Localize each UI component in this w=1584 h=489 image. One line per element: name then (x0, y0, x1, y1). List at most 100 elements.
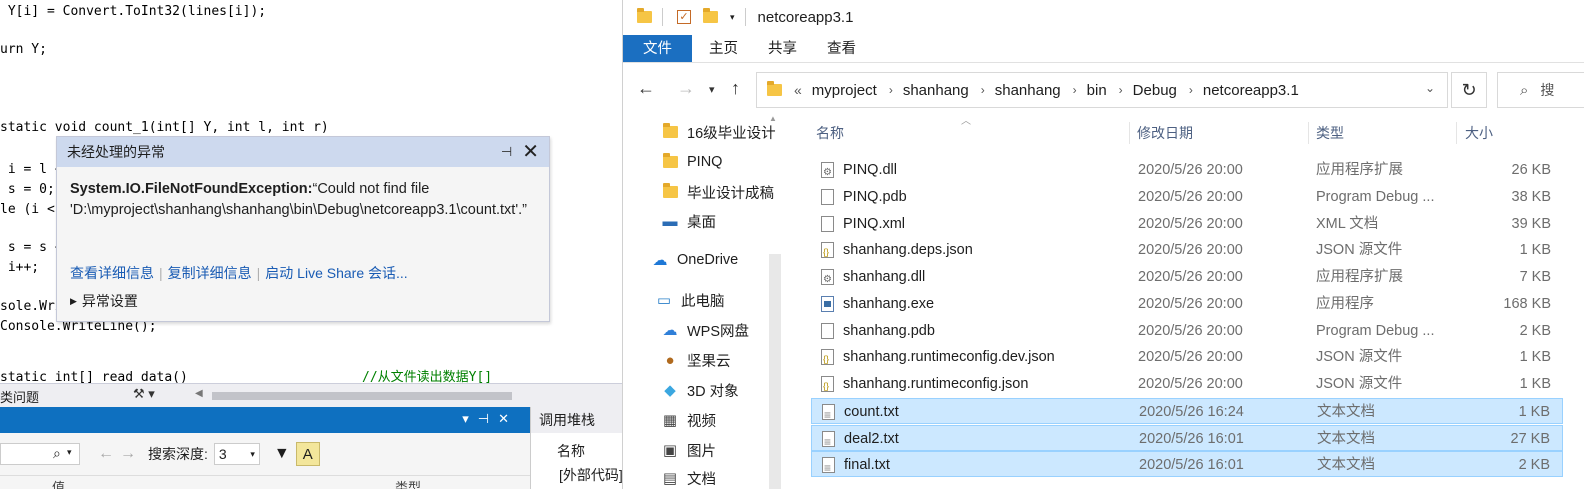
file-size: 26 KB (1511, 162, 1552, 178)
column-header-value[interactable]: 值 (52, 477, 65, 489)
copy-details-link[interactable]: 复制详细信息 (168, 265, 252, 281)
refresh-button[interactable]: ↻ (1451, 72, 1487, 108)
chevron-right-icon[interactable]: › (1073, 83, 1077, 97)
file-type: 文本文档 (1317, 430, 1375, 447)
file-date: 2020/5/26 16:01 (1139, 457, 1244, 474)
column-header-size[interactable]: 大小 (1465, 123, 1493, 143)
file-row[interactable]: PINQ.dll 2020/5/26 20:00 应用程序扩展 26 KB (811, 157, 1563, 186)
nut-cloud-icon: ● (665, 351, 675, 369)
file-row[interactable]: shanhang.dll 2020/5/26 20:00 应用程序扩展 7 KB (811, 264, 1563, 293)
chevron-down-icon[interactable]: ⌄ (1425, 81, 1435, 95)
breadcrumb-item[interactable]: shanhang (995, 82, 1061, 99)
scroll-left-icon[interactable]: ◀ (195, 388, 203, 399)
up-button[interactable]: ↑ (731, 78, 740, 99)
search-placeholder: 搜 (1540, 82, 1555, 98)
live-share-link[interactable]: 启动 Live Share 会话... (265, 265, 407, 281)
file-row[interactable]: final.txt 2020/5/26 16:01 文本文档 2 KB (811, 451, 1563, 481)
tab-view[interactable]: 查看 (812, 35, 871, 62)
horizontal-scrollbar[interactable] (212, 392, 512, 400)
tab-file[interactable]: 文件 (623, 35, 692, 62)
file-size: 168 KB (1503, 295, 1551, 312)
pin-icon[interactable]: ⊣ (501, 144, 512, 160)
callstack-row[interactable]: [外部代码] (559, 465, 623, 485)
file-row[interactable]: shanhang.runtimeconfig.dev.json 2020/5/26… (811, 344, 1563, 372)
file-row[interactable]: PINQ.pdb 2020/5/26 20:00 Program Debug ...… (811, 184, 1563, 210)
file-date: 2020/5/26 20:00 (1138, 162, 1243, 178)
forward-button[interactable]: → (677, 78, 695, 99)
column-header-type[interactable]: 类型 (1316, 123, 1344, 143)
case-sensitive-icon[interactable]: A (295, 442, 320, 466)
file-row[interactable]: shanhang.deps.json 2020/5/26 20:00 JSON 源文… (811, 237, 1563, 265)
file-type: Program Debug ... (1316, 322, 1435, 339)
nav-item-desktop[interactable]: ▬ 桌面 (661, 209, 717, 233)
code-editor[interactable]: Y[i] = Convert.ToInt32(lines[i]); urn Y;… (0, 0, 622, 383)
nav-item-3d-objects[interactable]: ◆ 3D 对象 (661, 378, 738, 402)
column-header-type[interactable]: 类型 (395, 477, 421, 489)
divider[interactable] (1308, 122, 1309, 144)
file-row[interactable]: PINQ.xml 2020/5/26 20:00 XML 文档 39 KB (811, 211, 1563, 237)
tab-home[interactable]: 主页 (692, 35, 753, 62)
recent-locations-button[interactable]: ▾ (709, 83, 715, 96)
close-icon[interactable]: ✕ (522, 142, 539, 162)
chevron-down-icon[interactable]: ▾ (67, 447, 72, 458)
nav-item-16级毕业设计[interactable]: 16级毕业设计 (661, 120, 776, 144)
file-name: shanhang.exe (843, 295, 935, 312)
exception-settings-expander[interactable]: ▶ 异常设置 (70, 291, 138, 311)
nav-item-this-pc[interactable]: ▭ 此电脑 (655, 288, 725, 312)
filter-icon[interactable]: ▼ (274, 445, 290, 463)
chevron-right-icon[interactable]: › (889, 83, 893, 97)
breadcrumb-item[interactable]: myproject (812, 82, 877, 99)
file-row[interactable]: count.txt 2020/5/26 16:24 文本文档 1 KB (811, 397, 1563, 428)
breadcrumb-item[interactable]: Debug (1133, 82, 1177, 99)
search-icon[interactable]: ⌕ (53, 445, 61, 462)
breadcrumb-overflow[interactable]: « (794, 82, 802, 98)
chevron-right-icon[interactable]: › (1189, 83, 1193, 97)
column-headers: ︿ 名称 修改日期 类型 大小 (789, 116, 1584, 146)
locals-search-input[interactable]: ⌕ ▾ (0, 443, 80, 465)
search-nav-arrows[interactable]: ←→ (98, 445, 142, 463)
expand-triangle-icon: ▶ (70, 295, 77, 306)
pane-controls[interactable]: ▾⊣✕ (462, 411, 518, 427)
back-button[interactable]: ← (637, 78, 655, 99)
divider[interactable] (1129, 122, 1130, 144)
file-row[interactable]: deal2.txt 2020/5/26 16:01 文本文档 27 KB (811, 424, 1563, 455)
nav-item-nutstore[interactable]: ● 坚果云 (661, 348, 731, 372)
breadcrumb-item[interactable]: shanhang (903, 82, 969, 99)
callstack-title[interactable]: 调用堆栈 (531, 407, 622, 433)
file-row[interactable]: shanhang.exe 2020/5/26 20:00 应用程序 168 KB (811, 291, 1563, 317)
file-row[interactable]: shanhang.runtimeconfig.json 2020/5/26 20:… (811, 371, 1563, 399)
nav-item-毕业设计成稿[interactable]: 毕业设计成稿 (661, 180, 774, 204)
column-header-name[interactable]: 名称 (557, 441, 585, 461)
nav-item-documents[interactable]: ▤ 文档 (661, 466, 716, 489)
nav-item-pinq[interactable]: PINQ (661, 150, 722, 174)
tool-icon[interactable]: ⚒ ▾ (133, 386, 155, 402)
search-depth-select[interactable]: 3 ▾ (213, 443, 260, 465)
column-header-name[interactable]: 名称 (816, 123, 844, 143)
view-details-link[interactable]: 查看详细信息 (70, 265, 154, 281)
folder-icon (637, 8, 652, 23)
divider[interactable] (1456, 122, 1457, 144)
breadcrumb-item[interactable]: netcoreapp3.1 (1203, 82, 1299, 99)
problems-label[interactable]: 类问题 (0, 387, 39, 406)
chevron-down-icon[interactable]: ▾ (730, 12, 735, 23)
nav-item-wps[interactable]: ☁ WPS网盘 (661, 318, 750, 342)
tab-share[interactable]: 共享 (753, 35, 812, 62)
vertical-scrollbar[interactable] (769, 254, 781, 489)
nav-item-onedrive[interactable]: ☁ OneDrive (651, 248, 739, 272)
properties-icon[interactable]: ✓ (677, 10, 691, 24)
breadcrumb-item[interactable]: bin (1087, 82, 1107, 99)
nav-item-label: 坚果云 (687, 353, 731, 370)
locals-titlebar: ▾⊣✕ (0, 407, 530, 433)
address-bar[interactable]: « myproject › shanhang › shanhang › bin … (756, 72, 1448, 108)
nav-item-videos[interactable]: ▦ 视频 (661, 408, 716, 432)
search-input[interactable]: ⌕ 搜 (1497, 72, 1584, 108)
column-header-date[interactable]: 修改日期 (1137, 123, 1193, 143)
file-size: 39 KB (1511, 215, 1552, 232)
chevron-right-icon[interactable]: › (1119, 83, 1123, 97)
chevron-right-icon[interactable]: › (981, 83, 985, 97)
nav-item-pictures[interactable]: ▣ 图片 (661, 438, 716, 462)
new-folder-icon[interactable] (703, 8, 718, 23)
file-date: 2020/5/26 16:24 (1139, 403, 1244, 420)
file-row[interactable]: shanhang.pdb 2020/5/26 20:00 Program Debug… (811, 318, 1563, 344)
file-name: PINQ.pdb (843, 188, 907, 205)
